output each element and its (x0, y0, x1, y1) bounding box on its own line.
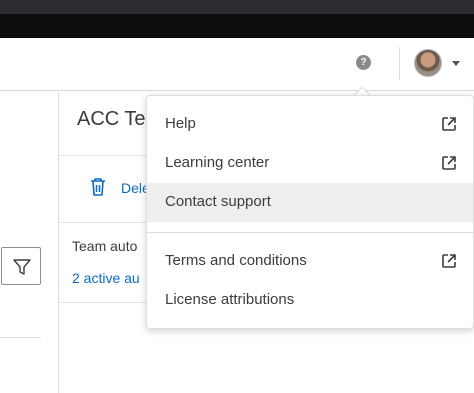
menu-divider (147, 232, 473, 233)
menu-item-terms-and-conditions[interactable]: Terms and conditions (147, 242, 473, 281)
header-divider (399, 47, 400, 79)
menu-item-label: Contact support (165, 193, 271, 210)
filter-button[interactable] (1, 247, 41, 285)
browser-bar (0, 14, 474, 38)
trash-icon[interactable] (89, 177, 107, 202)
avatar[interactable] (414, 49, 442, 77)
menu-item-license-attributions[interactable]: License attributions (147, 281, 473, 320)
menu-item-label: Learning center (165, 154, 270, 171)
external-link-icon (441, 116, 457, 136)
table-row-status-link[interactable]: 2 active au (72, 270, 140, 286)
menu-item-help[interactable]: Help (147, 105, 473, 144)
filter-icon (13, 259, 31, 275)
external-link-icon (441, 253, 457, 273)
chevron-down-icon[interactable] (452, 61, 460, 66)
external-link-icon (441, 155, 457, 175)
menu-item-label: License attributions (165, 291, 295, 308)
left-panel-divider-horizontal (0, 337, 41, 338)
left-panel-divider (58, 92, 59, 393)
app-header (0, 38, 474, 91)
menu-item-learning-center[interactable]: Learning center (147, 144, 473, 183)
menu-item-label: Terms and conditions (165, 252, 307, 269)
table-row-name: Team auto (72, 238, 138, 254)
menu-item-contact-support[interactable]: Contact support (147, 183, 473, 222)
page-title: ACC Tes (77, 108, 156, 130)
window-chrome (0, 0, 474, 14)
help-menu: Help Learning center Contact support Ter… (146, 95, 474, 329)
help-icon[interactable]: ? (356, 55, 371, 70)
menu-item-label: Help (165, 115, 196, 132)
